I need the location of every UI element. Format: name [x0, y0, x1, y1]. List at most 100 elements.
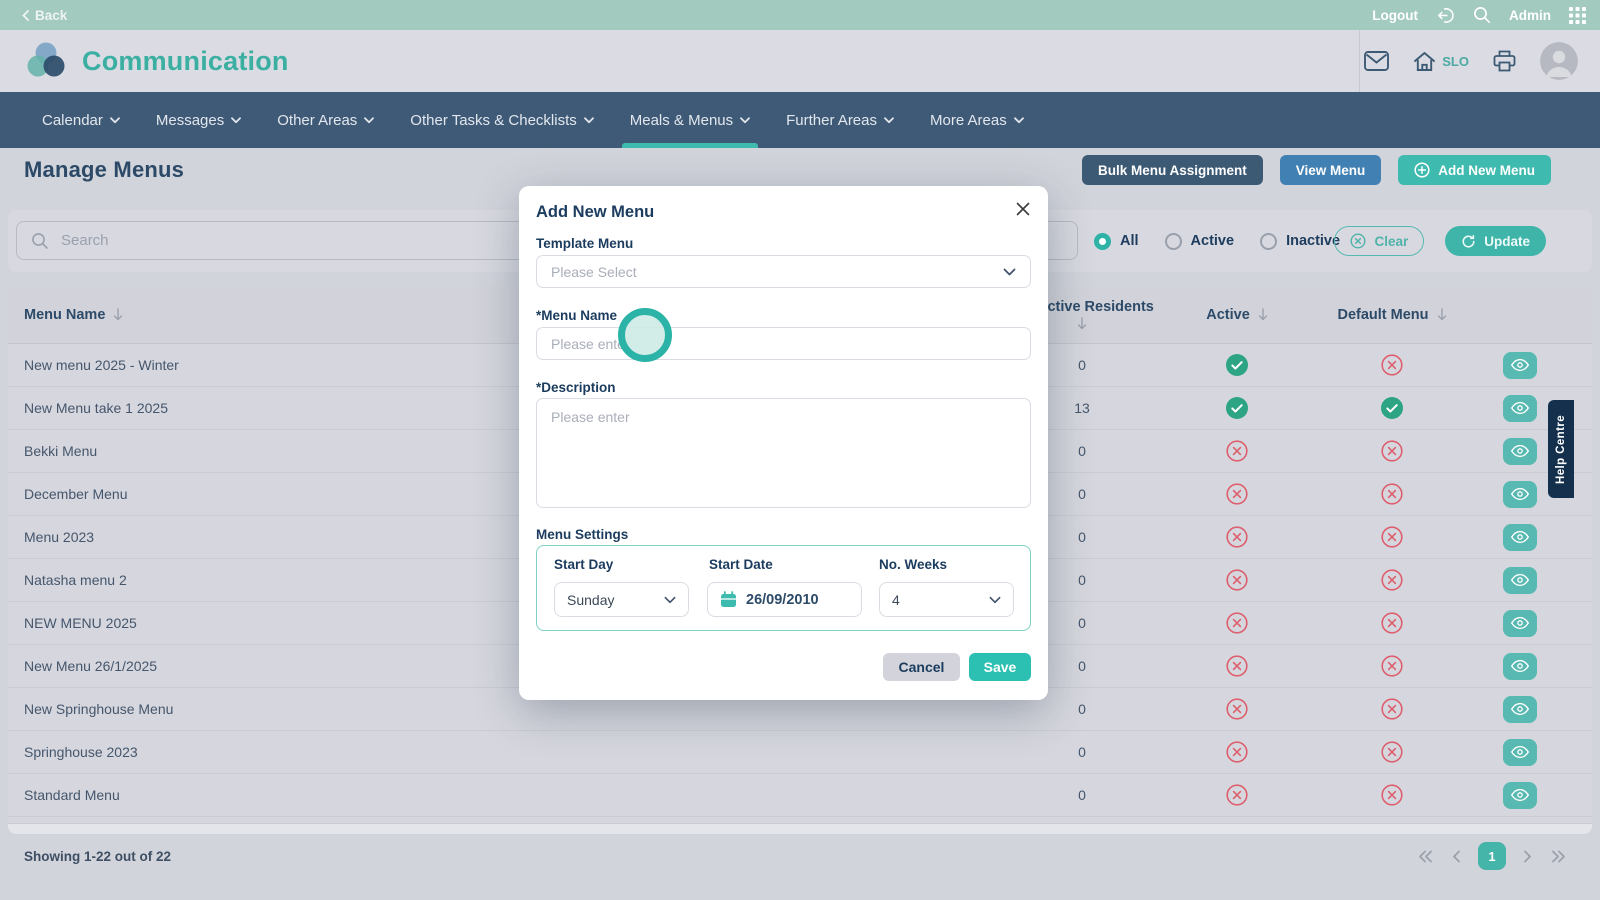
prev-page-button[interactable] [1450, 848, 1463, 865]
no-weeks-select[interactable]: 4 [879, 582, 1014, 617]
default-cross-icon [1312, 483, 1472, 505]
eye-icon [1510, 401, 1530, 415]
app-logo [24, 40, 70, 82]
column-header-default-menu[interactable]: Default Menu [1312, 307, 1472, 323]
last-page-button[interactable] [1549, 848, 1568, 865]
active-cross-icon [1162, 741, 1312, 763]
default-menu-header-label: Default Menu [1337, 306, 1429, 323]
update-button[interactable]: Update [1445, 226, 1546, 256]
partial-row [8, 817, 1592, 824]
cancel-button[interactable]: Cancel [883, 653, 960, 681]
refresh-icon [1461, 234, 1476, 249]
view-row-button[interactable] [1503, 609, 1537, 637]
view-row-button[interactable] [1503, 781, 1537, 809]
view-row-button[interactable] [1503, 738, 1537, 766]
user-avatar[interactable] [1540, 42, 1578, 80]
radio-label: Inactive [1286, 233, 1341, 249]
bulk-menu-assignment-button[interactable]: Bulk Menu Assignment [1081, 155, 1263, 185]
default-cross-icon [1312, 569, 1472, 591]
plus-circle-icon [1414, 162, 1430, 178]
next-page-button[interactable] [1521, 848, 1534, 865]
view-row-button[interactable] [1503, 351, 1537, 379]
search-icon [31, 232, 49, 250]
first-page-button[interactable] [1416, 848, 1435, 865]
nav-item-label: Other Areas [277, 111, 358, 129]
chevron-down-icon [583, 116, 594, 124]
description-textarea[interactable]: Please enter [536, 398, 1031, 508]
nav-item-further-areas[interactable]: Further Areas [768, 92, 912, 148]
nav-item-more-areas[interactable]: More Areas [912, 92, 1042, 148]
table-row[interactable]: Springhouse 2023 0 [8, 731, 1592, 774]
view-row-button[interactable] [1503, 523, 1537, 551]
column-header-active[interactable]: Active [1162, 307, 1312, 323]
menu-name-input[interactable]: Please enter [536, 327, 1031, 360]
view-row-button[interactable] [1503, 695, 1537, 723]
mail-icon[interactable] [1364, 51, 1390, 71]
view-row-button[interactable] [1503, 652, 1537, 680]
radio-active[interactable]: Active [1164, 232, 1234, 250]
header-divider [1359, 30, 1360, 92]
default-cross-icon [1312, 698, 1472, 720]
active-check-icon [1162, 354, 1312, 376]
logout-icon[interactable] [1436, 6, 1455, 25]
chevron-left-icon [22, 9, 29, 21]
sort-arrow-icon [1437, 308, 1447, 321]
menu-name-cell: Standard Menu [24, 787, 120, 803]
nav-item-calendar[interactable]: Calendar [24, 92, 138, 148]
active-check-icon [1162, 397, 1312, 419]
radio-inactive[interactable]: Inactive [1260, 232, 1341, 250]
start-date-value: 26/09/2010 [746, 591, 819, 608]
nav-item-label: Further Areas [786, 111, 877, 129]
view-row-button[interactable] [1503, 566, 1537, 594]
view-row-button[interactable] [1503, 394, 1537, 422]
radio-all[interactable]: All [1094, 232, 1139, 250]
clear-label: Clear [1374, 233, 1409, 249]
start-day-label: Start Day [554, 557, 614, 572]
nav-item-meals-menus[interactable]: Meals & Menus [612, 92, 768, 148]
start-date-input[interactable]: 26/09/2010 [707, 582, 862, 617]
eye-icon [1510, 530, 1530, 544]
nav-item-other-tasks-checklists[interactable]: Other Tasks & Checklists [392, 92, 611, 148]
view-row-button[interactable] [1503, 437, 1537, 465]
description-placeholder: Please enter [551, 409, 630, 425]
radio-dot [1094, 232, 1111, 250]
menu-settings-group: Start Day Start Date No. Weeks Sunday 26… [536, 545, 1031, 631]
print-icon[interactable] [1493, 50, 1516, 72]
horizontal-scrollbar[interactable] [8, 824, 1592, 834]
clear-button[interactable]: Clear [1334, 226, 1425, 256]
active-cross-icon [1162, 698, 1312, 720]
nav-item-other-areas[interactable]: Other Areas [259, 92, 392, 148]
home-link[interactable]: SLO [1413, 51, 1469, 72]
view-menu-button[interactable]: View Menu [1279, 155, 1382, 185]
description-label: *Description [536, 380, 616, 395]
app-header: Communication SLO [0, 30, 1600, 92]
logout-link[interactable]: Logout [1372, 8, 1418, 23]
radio-dot [1164, 232, 1182, 250]
menu-settings-label: Menu Settings [536, 527, 629, 542]
template-menu-select[interactable]: Please Select [536, 255, 1031, 288]
back-label: Back [35, 7, 68, 23]
sort-arrow-icon [1077, 317, 1087, 330]
menu-name-label: *Menu Name [536, 308, 618, 323]
default-cross-icon [1312, 655, 1472, 677]
main-nav: Calendar Messages Other Areas Other Tasks &… [0, 92, 1600, 148]
nav-item-messages[interactable]: Messages [138, 92, 259, 148]
search-icon[interactable] [1473, 6, 1491, 24]
save-button[interactable]: Save [969, 653, 1031, 681]
eye-icon [1510, 745, 1530, 759]
chevron-down-icon [231, 116, 242, 124]
apps-grid-icon[interactable] [1569, 6, 1586, 24]
help-centre-tab[interactable]: Help Centre [1548, 400, 1574, 498]
start-day-select[interactable]: Sunday [554, 582, 689, 617]
user-name[interactable]: Admin [1509, 8, 1551, 23]
default-cross-icon [1312, 741, 1472, 763]
back-button[interactable]: Back [22, 8, 67, 23]
add-new-menu-button[interactable]: Add New Menu [1398, 155, 1551, 185]
eye-icon [1510, 659, 1530, 673]
page-1-button[interactable]: 1 [1478, 842, 1506, 870]
table-row[interactable]: Standard Menu 0 [8, 774, 1592, 817]
close-icon[interactable] [1012, 198, 1034, 220]
view-row-button[interactable] [1503, 480, 1537, 508]
help-centre-label: Help Centre [1555, 414, 1567, 484]
default-cross-icon [1312, 784, 1472, 806]
